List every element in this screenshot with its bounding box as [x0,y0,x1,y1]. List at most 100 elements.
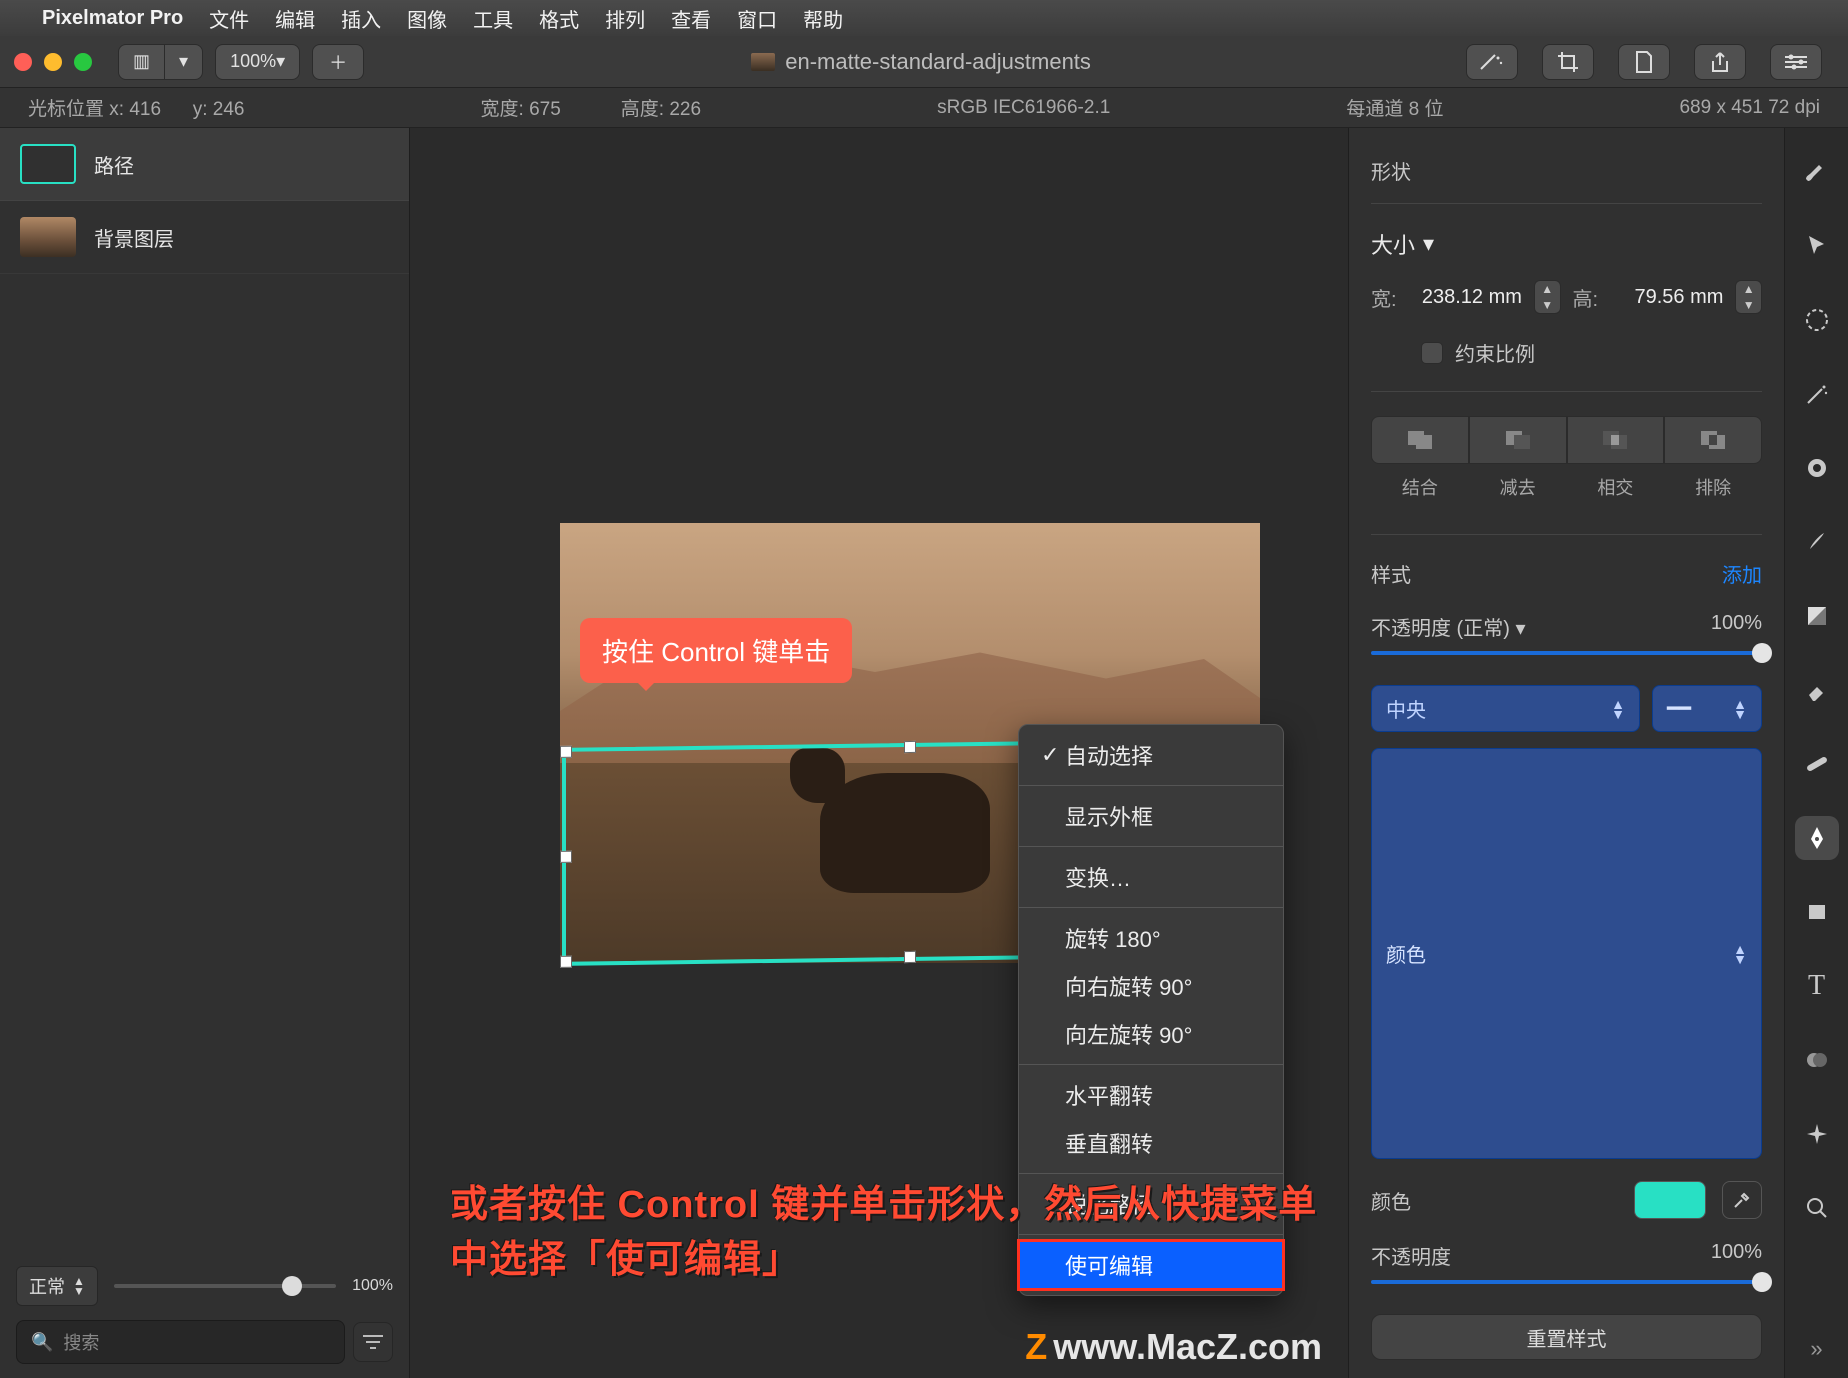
width-stepper[interactable]: ▲▼ [1534,280,1561,314]
tool-shape[interactable] [1795,890,1839,934]
menu-item-rotate-180[interactable]: 旋转 180° [1019,914,1283,962]
tool-gradient[interactable] [1795,594,1839,638]
tool-style[interactable] [1795,150,1839,194]
tool-rail: T » [1784,128,1848,1378]
resize-handle[interactable] [560,746,572,758]
menu-insert[interactable]: 插入 [341,4,381,33]
selection-height: 高度: 226 [621,94,701,121]
canvas-area[interactable]: 按住 Control 键单击 ✓自动选择 显示外框 变换… 旋转 180° 向右… [410,128,1348,1378]
solid-line-icon: ━━ [1667,696,1691,721]
new-document-button[interactable] [1618,44,1670,80]
menu-image[interactable]: 图像 [407,4,447,33]
chevrons-icon: ▲▼ [1733,699,1747,719]
blend-mode-select[interactable]: 正常 ▲▼ [16,1266,98,1306]
stroke-align-select[interactable]: 中央 ▲▼ [1371,685,1640,732]
menu-item-transform[interactable]: 变换… [1019,853,1283,901]
add-layer-button[interactable]: ＋ [312,44,364,80]
tool-repair[interactable] [1795,742,1839,786]
fill-type-select[interactable]: 颜色 ▲▼ [1371,748,1762,1159]
gradient-icon [1805,604,1829,628]
brush-icon [1804,529,1830,555]
wand-icon [1479,53,1505,71]
tool-pen[interactable] [1795,816,1839,860]
bool-intersect-button[interactable] [1567,416,1665,464]
menu-format[interactable]: 格式 [539,4,579,33]
crop-button[interactable] [1542,44,1594,80]
menu-window[interactable]: 窗口 [737,4,777,33]
color-profile-label: sRGB IEC61966-2.1 [937,97,1110,119]
height-stepper[interactable]: ▲▼ [1735,280,1762,314]
resize-handle[interactable] [904,741,916,753]
bool-exclude-button[interactable] [1664,416,1762,464]
menu-item-rotate-cw[interactable]: 向右旋转 90° [1019,962,1283,1010]
menu-item-rotate-ccw[interactable]: 向左旋转 90° [1019,1010,1283,1058]
size-section-header[interactable]: 大小 ▾ [1371,228,1762,260]
layer-row-background[interactable]: 背景图层 [0,201,409,274]
macos-menubar: Pixelmator Pro 文件 编辑 插入 图像 工具 格式 排列 查看 窗… [0,0,1848,36]
close-window-button[interactable] [14,53,32,71]
menu-file[interactable]: 文件 [209,4,249,33]
share-button[interactable] [1694,44,1746,80]
tool-arrow[interactable] [1795,224,1839,268]
tool-color-adjust[interactable] [1795,446,1839,490]
fill-opacity-slider[interactable] [1371,1280,1762,1284]
resize-handle[interactable] [904,951,916,963]
overlapping-circles-icon [1805,1048,1829,1072]
selection-width: 宽度: 675 [481,94,561,121]
menu-edit[interactable]: 编辑 [275,4,315,33]
minimize-window-button[interactable] [44,53,62,71]
stroke-style-select[interactable]: ━━ ▲▼ [1652,685,1762,732]
fill-opacity-value[interactable]: 100% [1711,1241,1762,1270]
reset-style-button[interactable]: 重置样式 [1371,1314,1762,1360]
height-input[interactable]: 79.56 mm [1610,286,1723,309]
width-input[interactable]: 238.12 mm [1409,286,1522,309]
watermark-z-icon: Z [1025,1326,1047,1368]
chevron-down-icon: ▾ [276,51,285,72]
opacity-value[interactable]: 100% [1711,612,1762,641]
menu-arrange[interactable]: 排列 [605,4,645,33]
tool-color-picker[interactable] [1795,1038,1839,1082]
menu-tools[interactable]: 工具 [473,4,513,33]
bool-subtract-button[interactable] [1469,416,1567,464]
layer-name-label: 背景图层 [94,223,174,252]
tool-magic-wand[interactable] [1795,372,1839,416]
bool-unite-button[interactable] [1371,416,1469,464]
tool-marquee[interactable] [1795,298,1839,342]
resize-handle[interactable] [560,851,572,863]
document-thumb-icon [751,53,775,71]
layer-search-input[interactable]: 🔍 搜索 [16,1320,345,1364]
menu-item-show-outline[interactable]: 显示外框 [1019,792,1283,840]
tool-effects[interactable] [1795,1112,1839,1156]
opacity-slider[interactable] [1371,651,1762,655]
toggle-inspector-button[interactable] [1770,44,1822,80]
bandage-icon [1804,751,1830,777]
zoom-window-button[interactable] [74,53,92,71]
constrain-proportions-checkbox[interactable] [1421,342,1443,364]
resize-handle[interactable] [560,956,572,968]
opacity-label[interactable]: 不透明度 (正常) ▾ [1371,612,1526,641]
menu-help[interactable]: 帮助 [803,4,843,33]
layer-row-path[interactable]: 路径 [0,128,409,201]
tool-eraser[interactable] [1795,668,1839,712]
color-swatch[interactable] [1634,1181,1706,1219]
tool-zoom[interactable] [1795,1186,1839,1230]
chevron-down-icon: ▾ [1515,618,1525,640]
menu-item-flip-v[interactable]: 垂直翻转 [1019,1119,1283,1167]
layer-filter-button[interactable] [353,1322,393,1362]
auto-enhance-button[interactable] [1466,44,1518,80]
layer-opacity-slider[interactable] [114,1284,336,1288]
menu-item-auto-select[interactable]: ✓自动选择 [1019,731,1283,779]
add-style-button[interactable]: 添加 [1722,559,1762,588]
height-label: 高: [1573,283,1599,312]
eyedropper-button[interactable] [1722,1181,1762,1219]
sidebar-layout-toggle[interactable]: ▥ ▾ [118,44,203,80]
eyedropper-icon [1732,1190,1752,1210]
menu-item-flip-h[interactable]: 水平翻转 [1019,1071,1283,1119]
shape-section-header: 形状 [1371,156,1762,185]
app-menu[interactable]: Pixelmator Pro [42,7,183,30]
tool-text[interactable]: T [1795,964,1839,1008]
tool-brush[interactable] [1795,520,1839,564]
menu-view[interactable]: 查看 [671,4,711,33]
zoom-level-select[interactable]: 100% ▾ [215,44,300,80]
more-tools-button[interactable]: » [1810,1336,1822,1362]
